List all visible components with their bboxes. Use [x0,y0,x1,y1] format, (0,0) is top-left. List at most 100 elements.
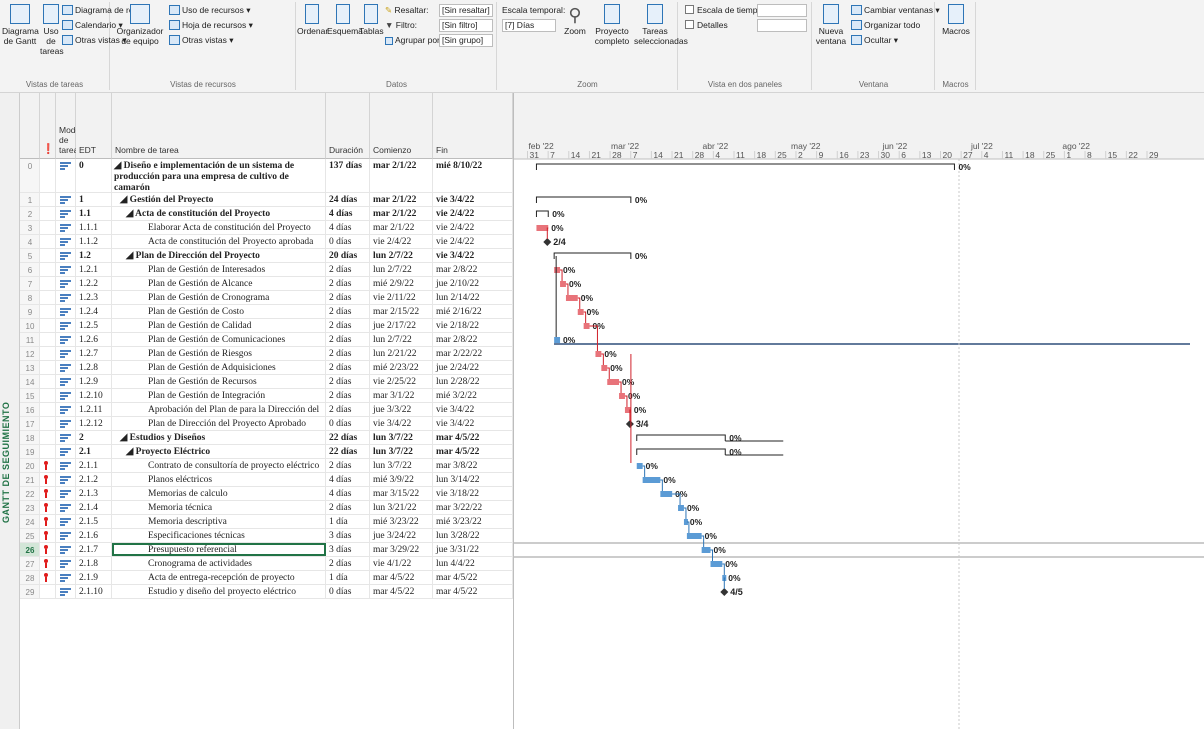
row-task-mode[interactable] [56,515,76,528]
row-id[interactable]: 24 [20,515,40,528]
row-task-name[interactable]: Memoria técnica [112,501,326,514]
row-finish[interactable]: lun 2/14/22 [433,291,513,304]
row-duration[interactable]: 2 días [326,333,370,346]
row-start[interactable]: lun 2/7/22 [370,333,433,346]
row-id[interactable]: 13 [20,361,40,374]
row-finish[interactable]: mar 4/5/22 [433,445,513,458]
resource-other-views-button[interactable]: Otras vistas ▾ [169,35,234,46]
details-select[interactable] [757,19,807,32]
header-select-all[interactable] [20,93,40,159]
row-duration[interactable]: 2 días [326,375,370,388]
row-task-name[interactable]: ◢ Diseño e implementación de un sistema … [112,159,326,192]
row-task-name[interactable]: Plan de Gestión de Recursos [112,375,326,388]
row-id[interactable]: 4 [20,235,40,248]
row-finish[interactable]: jue 2/10/22 [433,277,513,290]
row-wbs[interactable]: 1.2.4 [76,305,112,318]
row-wbs[interactable]: 1.2.1 [76,263,112,276]
row-wbs[interactable]: 1.1 [76,207,112,220]
row-task-mode[interactable] [56,193,76,206]
gantt-chart-button[interactable]: Diagrama de Gantt [2,4,39,46]
row-finish[interactable]: vie 3/4/22 [433,403,513,416]
row-start[interactable]: lun 3/7/22 [370,445,433,458]
row-task-name[interactable]: Elaborar Acta de constitución del Proyec… [112,221,326,234]
row-start[interactable]: vie 2/25/22 [370,375,433,388]
row-task-name[interactable]: ◢ Acta de constitución del Proyecto [112,207,326,220]
tables-button[interactable]: Tablas [359,4,384,36]
row-task-mode[interactable] [56,417,76,430]
details-checkbox[interactable]: Detalles [685,20,728,31]
row-finish[interactable]: vie 3/4/22 [433,417,513,430]
row-task-name[interactable]: Plan de Gestión de Alcance [112,277,326,290]
row-duration[interactable]: 20 días [326,249,370,262]
row-start[interactable]: mié 3/23/22 [370,515,433,528]
row-task-name[interactable]: Acta de constitución del Proyecto aproba… [112,235,326,248]
row-task-mode[interactable] [56,249,76,262]
row-finish[interactable]: mié 2/16/22 [433,305,513,318]
row-task-name[interactable]: Memorias de calculo [112,487,326,500]
row-task-mode[interactable] [56,585,76,598]
row-finish[interactable]: vie 3/4/22 [433,249,513,262]
row-wbs[interactable]: 1.1.2 [76,235,112,248]
row-duration[interactable]: 1 día [326,571,370,584]
row-task-name[interactable]: Plan de Gestión de Adquisiciones [112,361,326,374]
resource-sheet-button[interactable]: Hoja de recursos ▾ [169,20,253,31]
row-wbs[interactable]: 1.1.1 [76,221,112,234]
outline-button[interactable]: Esquema [327,4,363,36]
row-task-mode[interactable] [56,473,76,486]
arrange-all-button[interactable]: Organizar todo [851,20,920,31]
table-row[interactable]: 26 2.1.7 Presupuesto referencial 3 días mar … [20,543,513,557]
row-finish[interactable]: jue 3/31/22 [433,543,513,556]
timescale-select[interactable]: [7] Días [502,19,556,32]
row-task-mode[interactable] [56,263,76,276]
row-start[interactable]: lun 2/7/22 [370,263,433,276]
row-finish[interactable]: vie 2/18/22 [433,319,513,332]
row-duration[interactable]: 2 días [326,557,370,570]
table-row[interactable]: 24 2.1.5 Memoria descriptiva 1 día mié 3/23/… [20,515,513,529]
row-task-name[interactable]: ◢ Proyecto Eléctrico [112,445,326,458]
table-row[interactable]: 22 2.1.3 Memorias de calculo 4 días mar 3/15… [20,487,513,501]
row-task-mode[interactable] [56,159,76,192]
sort-button[interactable]: Ordenar [297,4,328,36]
row-id[interactable]: 29 [20,585,40,598]
row-duration[interactable]: 2 días [326,347,370,360]
table-row[interactable]: 18 2 ◢ Estudios y Diseños 22 días lun 3/7/22… [20,431,513,445]
row-finish[interactable]: vie 2/4/22 [433,207,513,220]
task-usage-button[interactable]: Uso de tareas [40,4,64,56]
timeline-checkbox[interactable]: Escala de tiempo [685,5,762,16]
row-task-name[interactable]: Aprobación del Plan de para la Dirección… [112,403,326,416]
row-start[interactable]: lun 3/7/22 [370,431,433,444]
row-task-mode[interactable] [56,571,76,584]
row-wbs[interactable]: 1.2.5 [76,319,112,332]
row-task-mode[interactable] [56,305,76,318]
table-row[interactable]: 15 1.2.10 Plan de Gestión de Integración 2 … [20,389,513,403]
row-finish[interactable]: lun 3/14/22 [433,473,513,486]
row-start[interactable]: mar 4/5/22 [370,585,433,598]
row-duration[interactable]: 1 día [326,515,370,528]
row-wbs[interactable]: 0 [76,159,112,192]
macros-button[interactable]: Macros [940,4,972,36]
row-finish[interactable]: mié 8/10/22 [433,159,513,192]
row-start[interactable]: lun 3/7/22 [370,459,433,472]
row-task-mode[interactable] [56,291,76,304]
row-duration[interactable]: 2 días [326,459,370,472]
table-row[interactable]: 25 2.1.6 Especificaciones técnicas 3 días ju… [20,529,513,543]
row-task-mode[interactable] [56,445,76,458]
row-id[interactable]: 14 [20,375,40,388]
row-task-mode[interactable] [56,501,76,514]
row-duration[interactable]: 137 días [326,159,370,192]
row-start[interactable]: vie 4/1/22 [370,557,433,570]
row-start[interactable]: mar 2/1/22 [370,221,433,234]
row-start[interactable]: mar 2/1/22 [370,207,433,220]
row-wbs[interactable]: 1.2.7 [76,347,112,360]
zoom-button[interactable]: ⚲ Zoom [560,4,590,36]
row-id[interactable]: 20 [20,459,40,472]
table-row[interactable]: 14 1.2.9 Plan de Gestión de Recursos 2 días… [20,375,513,389]
row-id[interactable]: 28 [20,571,40,584]
table-row[interactable]: 2 1.1 ◢ Acta de constitución del Proyecto 4… [20,207,513,221]
row-finish[interactable]: lun 3/28/22 [433,529,513,542]
row-wbs[interactable]: 2.1.4 [76,501,112,514]
row-wbs[interactable]: 1 [76,193,112,206]
row-duration[interactable]: 2 días [326,263,370,276]
row-task-mode[interactable] [56,529,76,542]
header-start[interactable]: Comienzo [370,93,433,159]
